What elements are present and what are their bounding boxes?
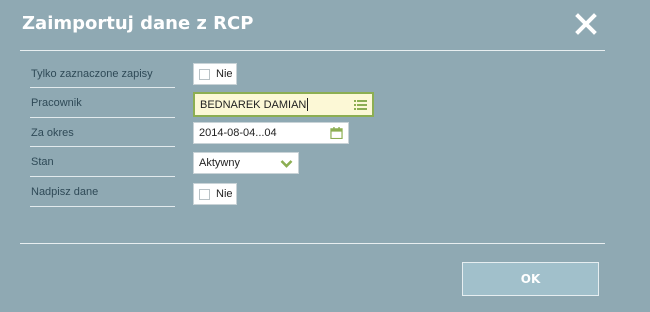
row-divider: [30, 87, 175, 88]
employee-input[interactable]: BEDNAREK DAMIAN: [193, 92, 374, 117]
period-input[interactable]: 2014-08-04...04: [193, 122, 349, 144]
header-divider: [20, 50, 605, 51]
close-button[interactable]: [574, 12, 598, 36]
overwrite-value: Nie: [216, 188, 233, 200]
row-divider: [30, 146, 175, 147]
period-label: Za okres: [31, 127, 74, 139]
only-selected-checkbox[interactable]: Nie: [193, 63, 237, 85]
status-value: Aktywny: [199, 157, 240, 169]
only-selected-label: Tylko zaznaczone zapisy: [31, 68, 153, 80]
row-divider: [30, 206, 175, 207]
text-caret: [307, 98, 309, 111]
overwrite-label: Nadpisz dane: [31, 186, 99, 198]
employee-label: Pracownik: [31, 97, 82, 109]
overwrite-checkbox[interactable]: Nie: [193, 183, 237, 205]
dialog-title: Zaimportuj dane z RCP: [22, 13, 254, 34]
close-icon: [575, 13, 597, 35]
list-icon[interactable]: [354, 99, 367, 111]
row-divider: [30, 117, 175, 118]
footer-divider: [20, 243, 605, 244]
dialog: { "dialog": { "title": "Zaimportuj dane …: [0, 0, 650, 312]
status-select[interactable]: Aktywny: [193, 152, 299, 174]
checkbox-icon: [199, 188, 210, 200]
employee-value: BEDNAREK DAMIAN: [200, 98, 307, 111]
status-label: Stan: [31, 156, 54, 168]
period-value: 2014-08-04...04: [199, 127, 277, 139]
only-selected-value: Nie: [216, 68, 233, 80]
ok-button[interactable]: OK: [462, 262, 599, 296]
calendar-icon[interactable]: [330, 127, 343, 139]
chevron-down-icon: [280, 160, 293, 168]
row-divider: [30, 176, 175, 177]
checkbox-icon: [199, 68, 210, 80]
